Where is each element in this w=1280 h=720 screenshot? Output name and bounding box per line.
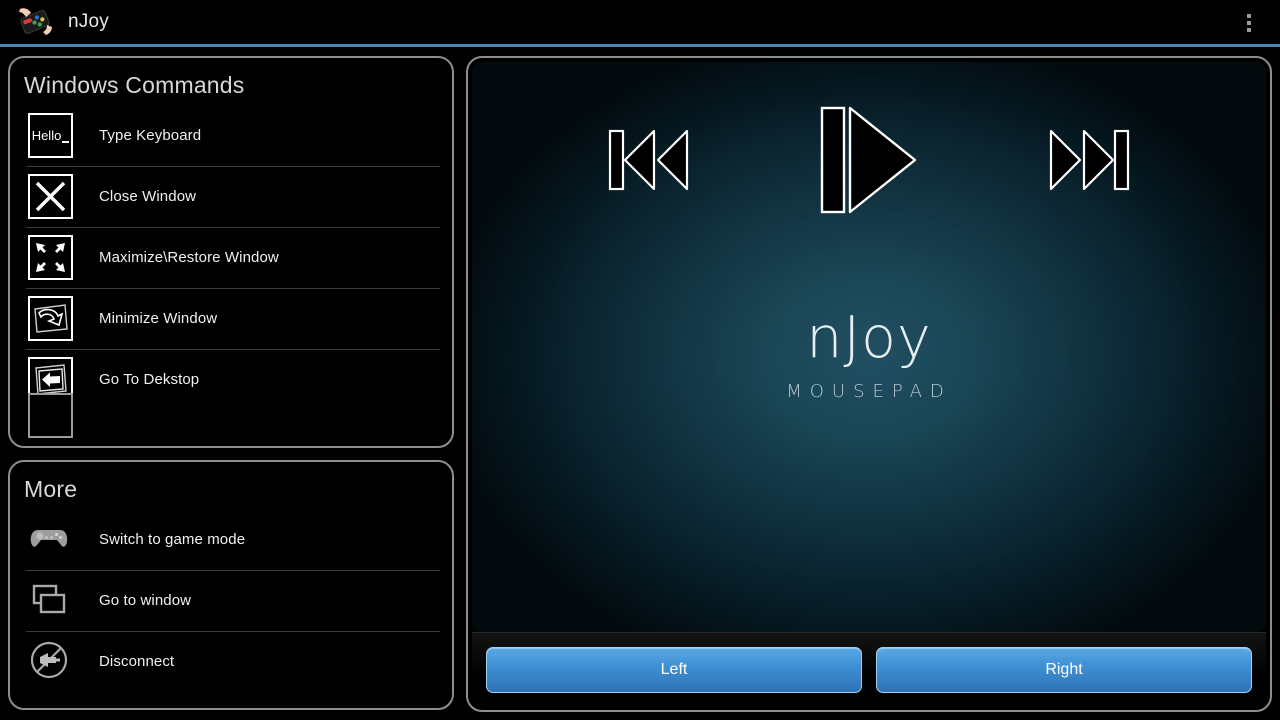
minimize-curved-arrow-icon (28, 296, 73, 341)
more-item-go-to-window[interactable]: Go to window (10, 570, 452, 631)
brand-subtitle: MOUSEPAD (786, 381, 952, 402)
app-titlebar: nJoy (0, 0, 1280, 44)
skip-next-icon[interactable] (1041, 121, 1131, 204)
windows-commands-panel: Windows Commands Hello Type Keyboard Clo… (8, 56, 454, 448)
command-item-type-keyboard[interactable]: Hello Type Keyboard (10, 105, 452, 166)
left-panel-column: Windows Commands Hello Type Keyboard Clo… (8, 56, 454, 712)
mousepad-panel: nJoy MOUSEPAD Left Right (466, 56, 1272, 712)
media-controls (472, 104, 1266, 221)
gamepad-icon (28, 517, 73, 562)
windows-commands-title: Windows Commands (24, 72, 245, 98)
titlebar-accent-line (0, 44, 1280, 47)
left-click-button[interactable]: Left (486, 646, 862, 693)
hand-holding-gamepad-icon (16, 3, 54, 41)
more-list: Switch to game mode Go to window Disconn… (10, 509, 452, 692)
command-label: Minimize Window (99, 310, 218, 327)
skip-previous-icon[interactable] (607, 121, 697, 204)
mousepad-surface[interactable]: nJoy MOUSEPAD (472, 62, 1266, 632)
disconnect-plug-icon (28, 639, 73, 684)
command-item-partial[interactable] (28, 393, 73, 438)
command-item-close-window[interactable]: Close Window (10, 166, 452, 227)
play-pause-icon[interactable] (819, 104, 919, 221)
more-title: More (24, 476, 78, 502)
close-x-icon (28, 174, 73, 219)
overflow-menu-icon[interactable] (1236, 6, 1262, 40)
app-title: nJoy (68, 11, 109, 32)
more-item-disconnect[interactable]: Disconnect (10, 631, 452, 692)
more-label: Disconnect (99, 653, 175, 670)
more-label: Switch to game mode (99, 531, 246, 548)
command-label: Type Keyboard (99, 127, 202, 144)
command-item-minimize-window[interactable]: Minimize Window (10, 288, 452, 349)
mousepad-branding: nJoy MOUSEPAD (472, 305, 1266, 403)
njoy-app-window: nJoy Windows Commands Hello Type Keyboar… (0, 0, 1280, 720)
command-item-go-to-desktop[interactable]: Go To Dekstop (10, 349, 452, 410)
right-click-button[interactable]: Right (876, 646, 1252, 693)
keyboard-hello-icon: Hello (28, 113, 73, 158)
more-panel: More Switch to game mode Go to window Di… (8, 460, 454, 710)
more-item-switch-to-game-mode[interactable]: Switch to game mode (10, 509, 452, 570)
command-item-maximize-restore-window[interactable]: Maximize\Restore Window (10, 227, 452, 288)
brand-name: nJoy (806, 305, 932, 371)
more-label: Go to window (99, 592, 192, 609)
partial-command-icon (28, 393, 73, 438)
windows-commands-list: Hello Type Keyboard Close Window Maximiz… (10, 105, 452, 438)
mouse-button-bar: Left Right (472, 632, 1266, 706)
command-label: Maximize\Restore Window (99, 249, 279, 266)
command-label: Go To Dekstop (99, 371, 200, 388)
command-label: Close Window (99, 188, 197, 205)
maximize-arrows-icon (28, 235, 73, 280)
windows-stack-icon (28, 578, 73, 623)
